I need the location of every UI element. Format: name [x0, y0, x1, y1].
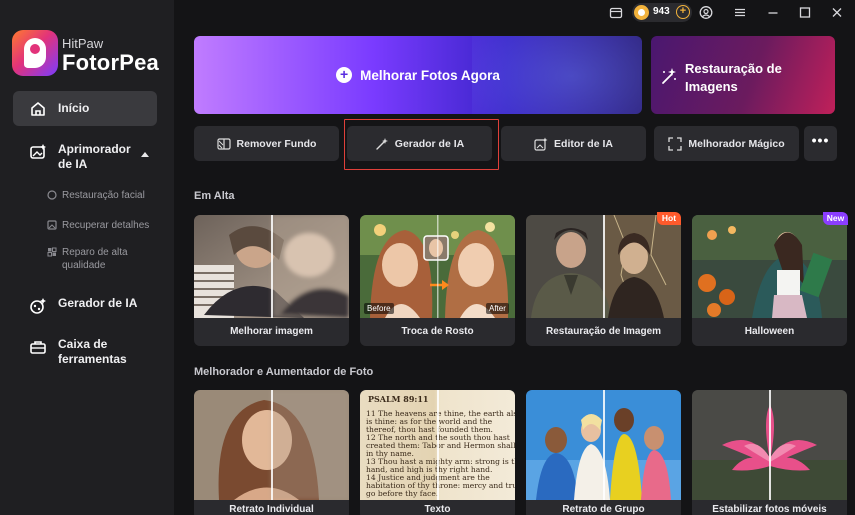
card-caption: Melhorar imagem	[230, 326, 313, 337]
section-title-enhancer: Melhorador e Aumentador de Foto	[194, 366, 374, 378]
card-caption: Texto	[424, 504, 451, 515]
before-label: Before	[364, 303, 394, 314]
image-edit-icon	[534, 137, 548, 151]
app-logo	[12, 30, 58, 76]
face-icon	[47, 190, 57, 200]
coin-icon	[634, 5, 649, 20]
sidebar-item-home[interactable]: Início	[13, 91, 157, 126]
section-title-trending: Em Alta	[194, 190, 235, 202]
psalm-line: go before thy face.	[366, 489, 439, 498]
card-thumbnail: PSALM 89:11 11 The heavens are thine, th…	[360, 390, 515, 500]
menu-icon[interactable]	[733, 4, 747, 21]
toolbox-icon	[30, 341, 46, 354]
card-text[interactable]: PSALM 89:11 11 The heavens are thine, th…	[360, 390, 515, 515]
card-caption: Estabilizar fotos móveis	[712, 504, 827, 515]
coin-count: 943	[653, 6, 670, 17]
magic-wand-icon	[662, 68, 676, 84]
card-face-swap[interactable]: Before After Troca de Rosto	[360, 215, 515, 346]
sidebar-subitem-face-restore[interactable]: Restauração facial	[47, 189, 145, 202]
enhance-now-label: Melhorar Fotos Agora	[360, 67, 500, 83]
card-stabilize-mobile-photos[interactable]: Estabilizar fotos móveis	[692, 390, 847, 515]
subitem-label: Restauração facial	[62, 190, 145, 201]
card-enhance-image[interactable]: Melhorar imagem	[194, 215, 349, 346]
card-thumbnail	[692, 215, 847, 318]
card-caption: Retrato Individual	[229, 504, 314, 515]
card-image-restoration[interactable]: Restauração de Imagem	[526, 215, 681, 346]
card-thumbnail	[526, 215, 681, 318]
sidebar-item-toolbox[interactable]: Caixa de ferramentas	[13, 337, 157, 367]
ai-editor-button[interactable]: Editor de IA	[501, 126, 646, 161]
minimize-icon[interactable]	[766, 4, 780, 21]
card-individual-portrait[interactable]: Retrato Individual	[194, 390, 349, 515]
grid-icon	[47, 247, 57, 257]
sidebar-item-label: Aprimorador de IA	[58, 142, 131, 171]
more-options-button[interactable]: •••	[804, 126, 837, 161]
selection-highlight	[344, 119, 499, 170]
card-thumbnail	[194, 390, 349, 500]
brand-name: FotorPea	[62, 50, 159, 75]
remove-background-button[interactable]: Remover Fundo	[194, 126, 339, 161]
home-icon	[31, 101, 45, 116]
image-icon	[47, 220, 57, 230]
tool-label: Melhorador Mágico	[688, 137, 785, 150]
more-icon: •••	[811, 132, 830, 148]
sidebar-item-ai-generator[interactable]: Gerador de IA	[13, 296, 157, 315]
sidebar-item-label: Início	[58, 101, 90, 115]
title-bar	[174, 0, 855, 26]
card-caption: Halloween	[744, 326, 795, 337]
sidebar-item-label: Gerador de IA	[58, 296, 138, 310]
account-icon[interactable]	[699, 4, 713, 21]
sidebar-subitem-recover-details[interactable]: Recuperar detalhes	[47, 219, 149, 232]
add-coins-icon[interactable]: +	[676, 5, 690, 19]
coin-balance[interactable]: 943 +	[632, 3, 692, 22]
card-halloween[interactable]: Halloween	[692, 215, 847, 346]
remove-bg-icon	[216, 137, 231, 150]
gift-icon[interactable]	[609, 4, 623, 21]
sidebar-item-label: Caixa de ferramentas	[58, 337, 127, 366]
image-enhance-icon	[30, 144, 46, 159]
psalm-header: PSALM 89:11	[368, 394, 429, 404]
card-caption: Retrato de Grupo	[562, 504, 645, 515]
expand-frame-icon	[668, 136, 683, 151]
card-thumbnail	[692, 390, 847, 500]
card-thumbnail	[194, 215, 349, 318]
sidebar-item-ai-enhancer[interactable]: Aprimorador de IA	[13, 142, 157, 172]
plus-circle-icon: +	[336, 67, 353, 83]
maximize-icon[interactable]	[798, 4, 812, 21]
tool-label: Editor de IA	[554, 137, 613, 150]
compare-divider[interactable]	[437, 390, 439, 500]
magic-enhancer-button[interactable]: Melhorador Mágico	[654, 126, 799, 161]
enhance-now-banner[interactable]: + Melhorar Fotos Agora	[194, 36, 642, 114]
image-restoration-label: Restauração de Imagens	[685, 61, 782, 94]
brand-small: HitPaw	[62, 36, 104, 51]
sidebar-subitem-hq-repair[interactable]: Reparo de alta qualidade	[47, 246, 147, 272]
sidebar: HitPaw FotorPea Início Aprimorador de IA…	[0, 0, 174, 515]
new-badge: New	[823, 212, 848, 225]
subitem-label: Reparo de alta qualidade	[62, 247, 128, 271]
ai-generator-icon	[30, 298, 46, 314]
subitem-label: Recuperar detalhes	[62, 220, 150, 231]
card-caption: Troca de Rosto	[401, 326, 474, 337]
card-group-portrait[interactable]: Retrato de Grupo	[526, 390, 681, 515]
chevron-up-icon[interactable]	[141, 152, 149, 157]
card-caption: Restauração de Imagem	[545, 326, 662, 337]
hot-badge: Hot	[657, 212, 681, 225]
close-icon[interactable]	[830, 4, 844, 21]
image-restoration-banner[interactable]: Restauração de Imagens	[651, 36, 835, 114]
tool-label: Remover Fundo	[236, 137, 317, 150]
card-thumbnail	[526, 390, 681, 500]
after-label: After	[486, 303, 509, 314]
